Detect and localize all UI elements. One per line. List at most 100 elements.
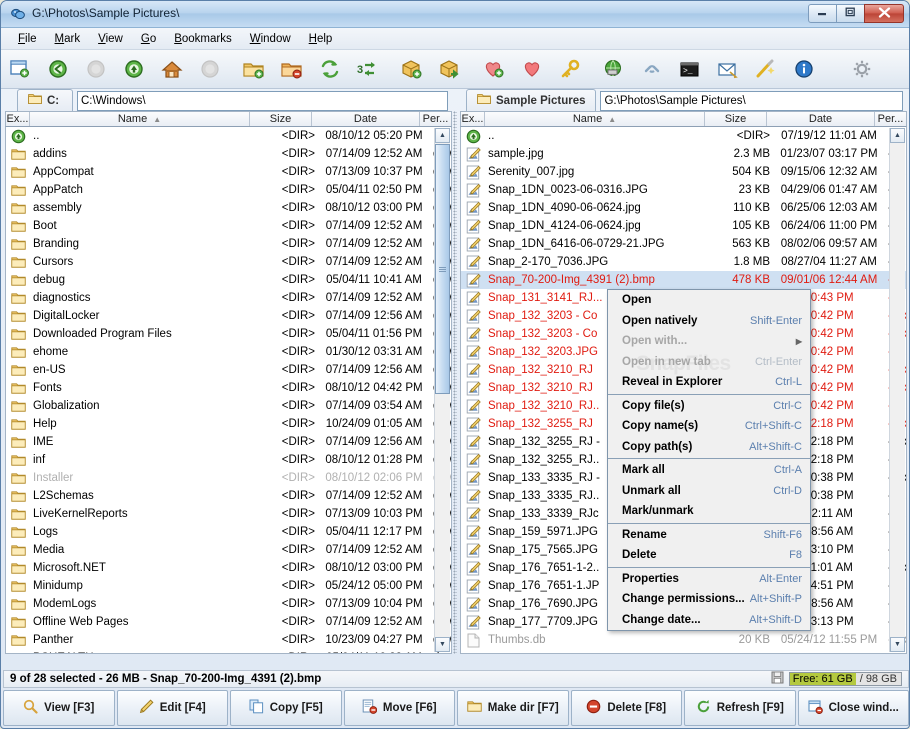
left-path-field[interactable]: C:\Windows\ [77, 91, 448, 111]
table-row[interactable]: AppCompat<DIR>07/13/09 10:37 PMdrwx [6, 163, 451, 181]
table-row[interactable]: inf<DIR>08/10/12 01:28 PMdrwx [6, 451, 451, 469]
new-folder-icon[interactable] [242, 57, 266, 81]
table-row[interactable]: Branding<DIR>07/14/09 12:52 AMdrwx [6, 235, 451, 253]
table-row[interactable]: Snap_1DN_4124-06-0624.jpg 105 KB 06/24/06 … [461, 217, 906, 235]
terminal-icon[interactable]: >_ [678, 57, 702, 81]
file-context-menu[interactable]: SnapFiles Open Open natively Shift-Enter Op… [607, 289, 811, 631]
table-row[interactable]: .. <DIR> 07/19/12 11:01 AM [461, 127, 906, 145]
menu-bookmarks[interactable]: Bookmarks [165, 31, 241, 47]
close-button[interactable] [864, 4, 904, 23]
context-menu-item-rename[interactable]: Rename Shift-F6 [608, 525, 810, 546]
menu-mark[interactable]: Mark [46, 31, 90, 47]
add-favorite-icon[interactable] [482, 57, 506, 81]
context-menu-item-copy-name-s[interactable]: Copy name(s) Ctrl+Shift-C [608, 416, 810, 437]
table-row[interactable]: Offline Web Pages<DIR>07/14/09 12:52 AMd… [6, 613, 451, 631]
context-menu-item-copy-path-s[interactable]: Copy path(s) Alt+Shift-C [608, 437, 810, 458]
scroll-down-button[interactable]: ▼ [435, 637, 450, 652]
unpack-icon[interactable] [438, 57, 462, 81]
favorites-icon[interactable] [520, 57, 544, 81]
ftp-disconnect-icon[interactable] [640, 57, 664, 81]
table-row[interactable]: AppPatch<DIR>05/04/11 02:50 PMdrwx [6, 181, 451, 199]
scroll-down-button[interactable]: ▼ [890, 637, 905, 652]
delete-folder-icon[interactable] [280, 57, 304, 81]
column-header-name[interactable]: Name ▲ [30, 112, 250, 126]
pack-icon[interactable] [400, 57, 424, 81]
table-row[interactable]: IME<DIR>07/14/09 12:56 AMdrwx [6, 433, 451, 451]
function-button-close-wind[interactable]: Close wind... [797, 690, 909, 726]
function-button-move-f6[interactable]: Move [F6] [343, 690, 455, 726]
table-row[interactable]: LiveKernelReports<DIR>07/13/09 10:03 PMd… [6, 505, 451, 523]
mail-icon[interactable] [716, 57, 740, 81]
table-row[interactable]: Globalization<DIR>07/14/09 03:54 AMdrwx [6, 397, 451, 415]
settings-gear-icon[interactable] [850, 57, 874, 81]
table-row[interactable]: diagnostics<DIR>07/14/09 12:52 AMdrwx [6, 289, 451, 307]
context-menu-item-change-permissions[interactable]: Change permissions... Alt+Shift-P [608, 589, 810, 610]
scroll-thumb[interactable] [435, 144, 450, 394]
home-icon[interactable] [160, 57, 184, 81]
table-row[interactable]: .. <DIR> 08/10/12 05:20 PM [6, 127, 451, 145]
function-button-copy-f5[interactable]: Copy [F5] [230, 690, 342, 726]
right-path-field[interactable]: G:\Photos\Sample Pictures\ [600, 91, 903, 111]
table-row[interactable]: Media<DIR>07/14/09 12:52 AMdrwx [6, 541, 451, 559]
ftp-icon[interactable] [602, 57, 626, 81]
table-row[interactable]: DigitalLocker<DIR>07/14/09 12:56 AMdrwx [6, 307, 451, 325]
table-row[interactable]: ehome<DIR>01/30/12 03:31 AMdrwx [6, 343, 451, 361]
table-row[interactable]: Panther<DIR>10/23/09 04:27 PMdrwx [6, 631, 451, 649]
table-row[interactable]: ModemLogs<DIR>07/13/09 10:04 PMdrwx [6, 595, 451, 613]
function-button-make-dir-f7[interactable]: Make dir [F7] [457, 690, 569, 726]
menu-view[interactable]: View [89, 31, 132, 47]
column-header-size[interactable]: Size [705, 112, 767, 126]
table-row[interactable]: Snap_2-170_7036.JPG 1.8 MB 08/27/04 11:27 … [461, 253, 906, 271]
table-row[interactable]: Minidump<DIR>05/24/12 05:00 PMdrwx [6, 577, 451, 595]
function-button-refresh-f9[interactable]: Refresh [F9] [684, 690, 796, 726]
scroll-up-button[interactable]: ▲ [890, 128, 905, 143]
context-menu-item-copy-file-s[interactable]: Copy file(s) Ctrl-C [608, 396, 810, 417]
table-row[interactable]: Boot<DIR>07/14/09 12:52 AMdrwx [6, 217, 451, 235]
table-row[interactable]: Snap_1DN_0023-06-0316.JPG 23 KB 04/29/06 0… [461, 181, 906, 199]
table-row[interactable]: PCHEALTH<DIR>05/04/11 10:28 AMdrwx [6, 649, 451, 653]
table-row[interactable]: addins<DIR>07/14/09 12:52 AMdrwx [6, 145, 451, 163]
table-row[interactable]: Snap_1DN_6416-06-0729-21.JPG 563 KB 08/02/… [461, 235, 906, 253]
key-icon[interactable] [558, 57, 582, 81]
context-menu-item-unmark-all[interactable]: Unmark all Ctrl-D [608, 481, 810, 502]
context-menu-item-delete[interactable]: Delete F8 [608, 545, 810, 566]
back-icon[interactable] [46, 57, 70, 81]
new-tab-icon[interactable] [8, 57, 32, 81]
table-row[interactable]: Cursors<DIR>07/14/09 12:52 AMdrwx [6, 253, 451, 271]
column-header-date[interactable]: Date [312, 112, 420, 126]
minimize-button[interactable] [808, 4, 837, 23]
function-button-delete-f8[interactable]: Delete [F8] [570, 690, 682, 726]
context-menu-item-properties[interactable]: Properties Alt-Enter [608, 569, 810, 590]
right-scrollbar[interactable]: ▲ ▼ [889, 128, 905, 652]
column-header-perm[interactable]: Per... [420, 112, 451, 126]
table-row[interactable]: Microsoft.NET<DIR>08/10/12 03:00 PMdrwx [6, 559, 451, 577]
column-header-size[interactable]: Size [250, 112, 312, 126]
function-button-edit-f4[interactable]: Edit [F4] [116, 690, 228, 726]
pane-splitter[interactable] [453, 111, 457, 654]
table-row[interactable]: L2Schemas<DIR>07/14/09 12:52 AMdrwx [6, 487, 451, 505]
maximize-button[interactable] [836, 4, 865, 23]
menu-help[interactable]: Help [300, 31, 342, 47]
column-header-perm[interactable]: Per... [875, 112, 906, 126]
table-row[interactable]: Thumbs.db20 KB05/24/12 11:55 PM-rwx [461, 631, 906, 649]
table-row[interactable]: assembly<DIR>08/10/12 03:00 PMdrwx [6, 199, 451, 217]
column-header-ext[interactable]: Ex... [461, 112, 485, 126]
column-header-ext[interactable]: Ex... [6, 112, 30, 126]
table-row[interactable]: Snap_70-200-Img_4391 (2).bmp 478 KB 09/01/… [461, 271, 906, 289]
column-header-date[interactable]: Date [767, 112, 875, 126]
table-row[interactable]: Downloaded Program Files <DIR> 05/04/11 01… [6, 325, 451, 343]
table-row[interactable]: debug<DIR>05/04/11 10:41 AMdrwx [6, 271, 451, 289]
context-menu-item-open-natively[interactable]: Open natively Shift-Enter [608, 311, 810, 332]
menu-window[interactable]: Window [241, 31, 300, 47]
context-menu-item-open[interactable]: Open [608, 290, 810, 311]
table-row[interactable]: Snap_1DN_4090-06-0624.jpg 110 KB 06/25/06 … [461, 199, 906, 217]
table-row[interactable]: Help<DIR>10/24/09 01:05 AMdrwx [6, 415, 451, 433]
info-icon[interactable] [792, 57, 816, 81]
left-scrollbar[interactable]: ▲ ▼ [434, 128, 450, 652]
context-menu-item-reveal-in-explorer[interactable]: Reveal in Explorer Ctrl-L [608, 372, 810, 393]
table-row[interactable]: Serenity_007.jpg504 KB09/15/06 12:32 AM-… [461, 163, 906, 181]
table-row[interactable]: en-US<DIR>07/14/09 12:56 AMdrwx [6, 361, 451, 379]
context-menu-item-mark-unmark[interactable]: Mark/unmark [608, 501, 810, 522]
table-row[interactable]: Logs<DIR>05/04/11 12:17 PMdrwx [6, 523, 451, 541]
context-menu-item-mark-all[interactable]: Mark all Ctrl-A [608, 460, 810, 481]
